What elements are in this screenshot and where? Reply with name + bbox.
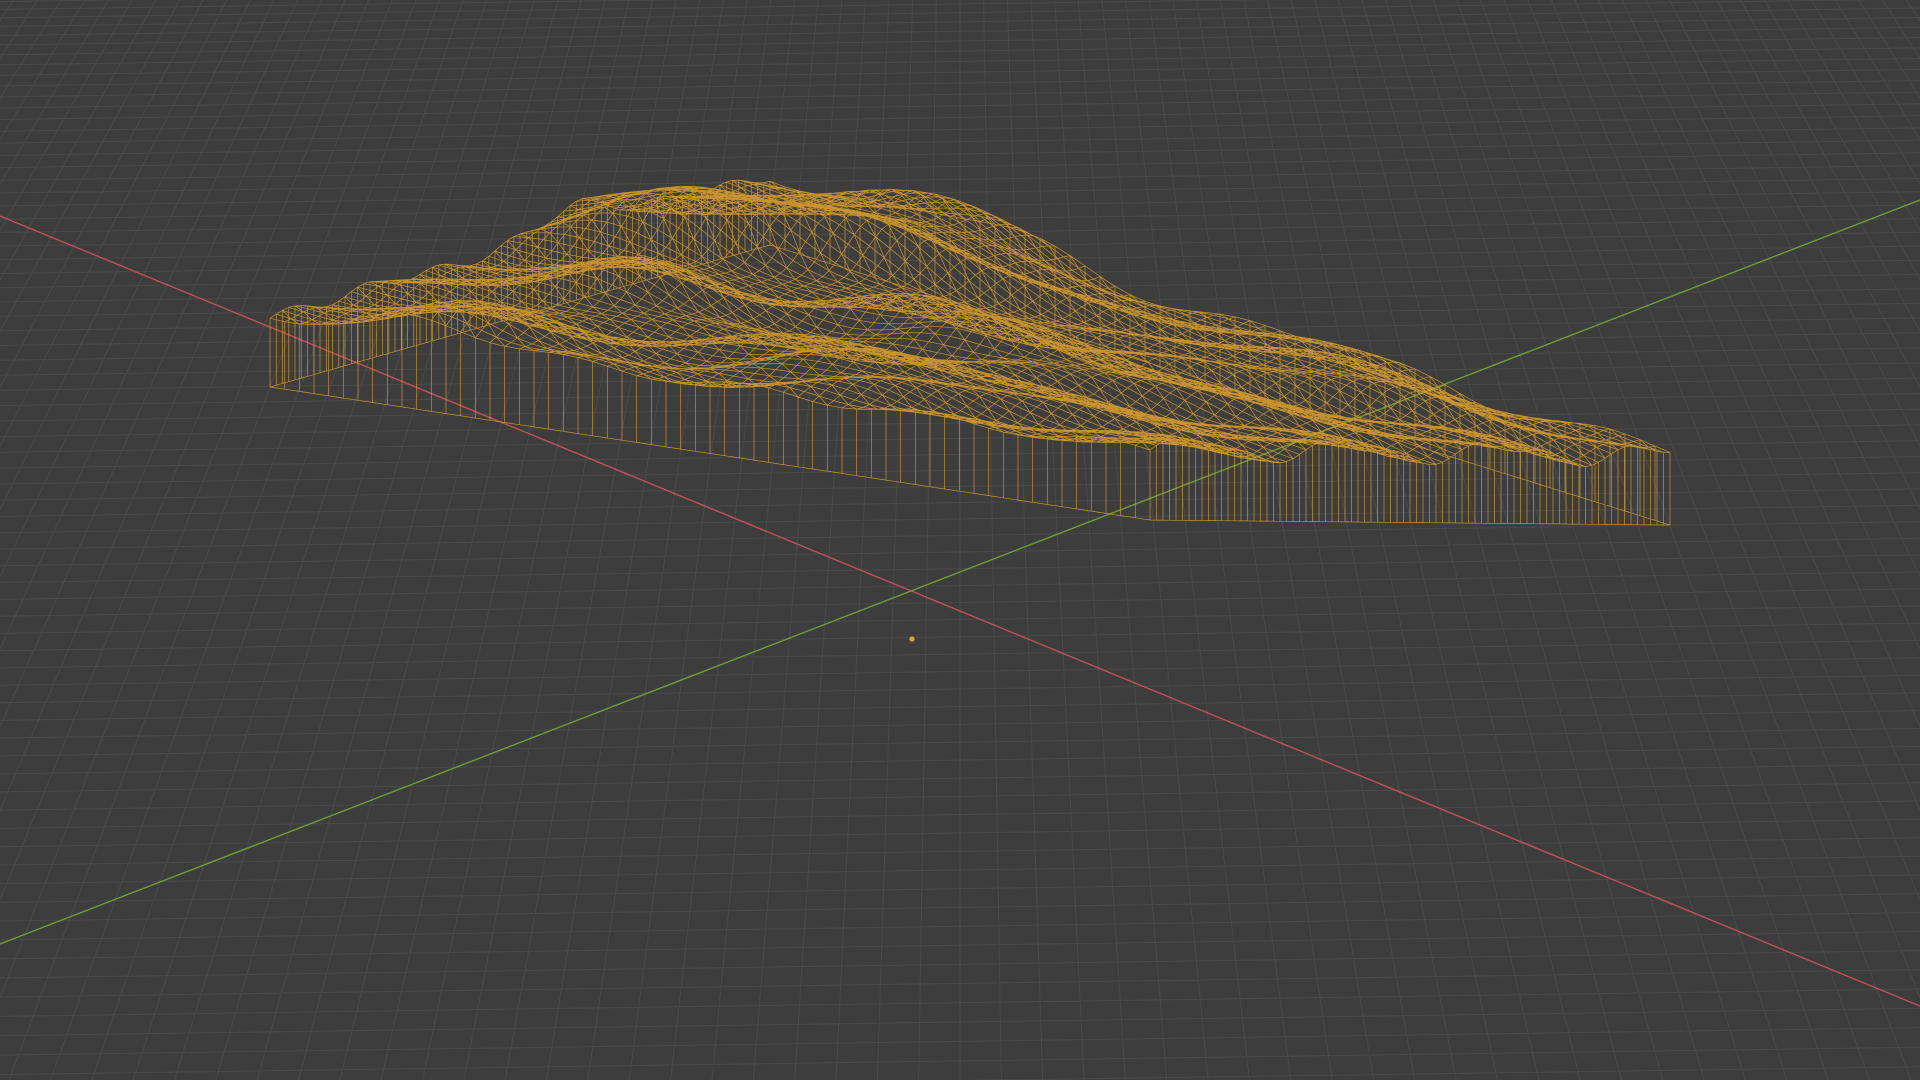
grid-lines — [0, 0, 1920, 1080]
object-origin-dot — [909, 636, 915, 642]
3d-viewport[interactable] — [0, 0, 1920, 1080]
viewport-canvas[interactable] — [0, 0, 1920, 1080]
floor-grid — [0, 0, 1920, 1080]
